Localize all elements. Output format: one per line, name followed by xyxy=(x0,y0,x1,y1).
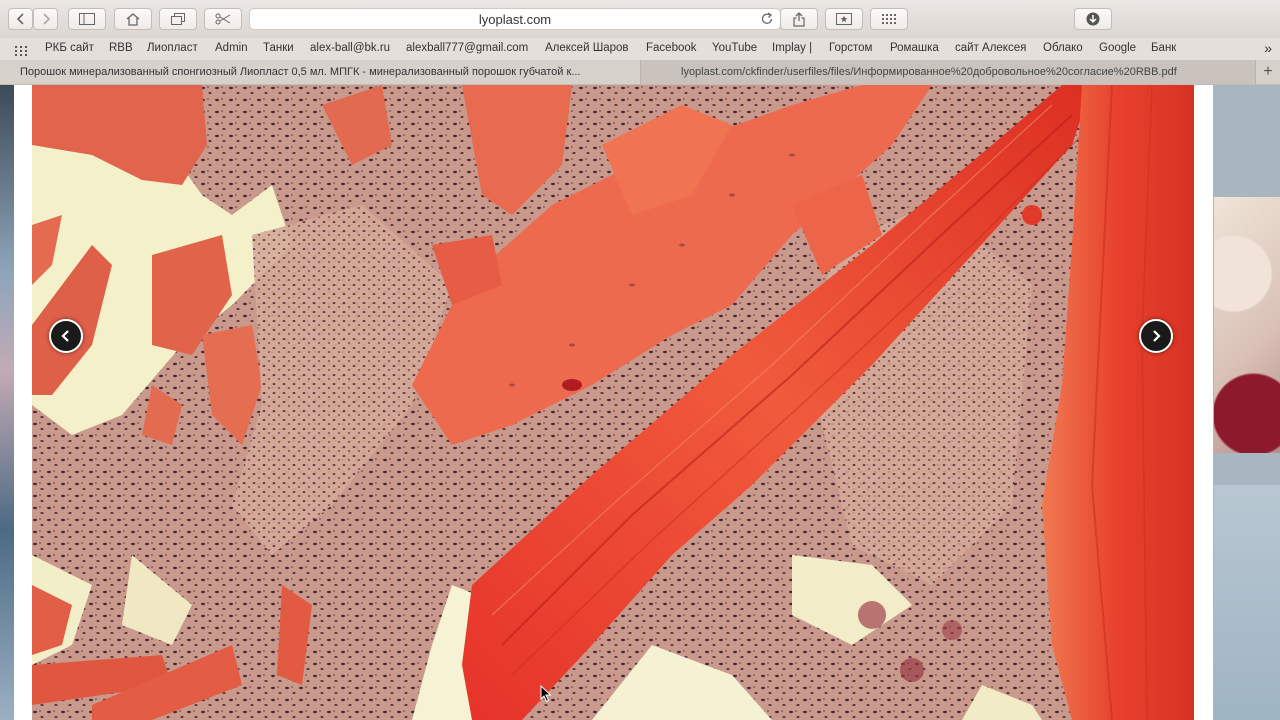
mouse-cursor-icon xyxy=(540,685,552,703)
top-sites-icon xyxy=(882,14,896,24)
top-sites-grid-icon[interactable] xyxy=(15,43,29,61)
bookmark-item[interactable]: Implay | xyxy=(772,42,812,54)
bookmark-button[interactable] xyxy=(825,8,863,30)
downloads-button[interactable] xyxy=(1074,8,1112,30)
bookmark-item[interactable]: alexball777@gmail.com xyxy=(406,42,528,54)
address-bar[interactable]: lyoplast.com xyxy=(249,8,781,30)
chevron-left-icon xyxy=(61,330,69,342)
bookmarks-overflow-icon[interactable]: » xyxy=(1264,40,1272,56)
reload-icon xyxy=(761,12,773,24)
share-icon xyxy=(793,11,805,27)
chevron-right-icon xyxy=(1153,330,1161,342)
bookmark-item[interactable]: Облако xyxy=(1043,42,1083,54)
url-text: lyoplast.com xyxy=(478,11,552,27)
sidebar-button[interactable] xyxy=(68,8,106,30)
share-button[interactable] xyxy=(780,8,818,30)
bookmark-item[interactable]: Алексей Шаров xyxy=(545,42,629,54)
bookmark-item[interactable]: Банк xyxy=(1151,42,1176,54)
tab-overview-icon xyxy=(171,13,185,25)
bookmark-item[interactable]: Ромашка xyxy=(890,42,939,54)
histology-image xyxy=(32,85,1194,720)
web-page xyxy=(0,85,1280,720)
tab-title: lyoplast.com/ckfinder/userfiles/files/Ин… xyxy=(681,66,1177,78)
sidebar-icon xyxy=(79,13,95,25)
page-background-strip xyxy=(1214,485,1280,720)
bookmark-item[interactable]: Google xyxy=(1099,42,1136,54)
reload-button[interactable] xyxy=(760,12,774,29)
lightbox-frame xyxy=(14,85,1213,720)
tab-active[interactable]: Порошок минерализованный спонгиозный Лио… xyxy=(0,60,640,84)
bookmark-item[interactable]: Admin xyxy=(215,42,248,54)
tab-title: Порошок минерализованный спонгиозный Лио… xyxy=(20,66,581,78)
plus-icon: + xyxy=(1263,63,1273,80)
chevron-left-icon xyxy=(16,13,24,25)
bookmark-item[interactable]: RBB xyxy=(109,42,133,54)
next-image-preview xyxy=(1214,197,1280,453)
bookmark-item[interactable]: Танки xyxy=(263,42,294,54)
bookmark-item[interactable]: Горстом xyxy=(829,42,872,54)
bookmark-item[interactable]: РКБ сайт xyxy=(45,42,94,54)
clip-button[interactable] xyxy=(204,8,242,30)
bookmark-item[interactable]: Лиопласт xyxy=(147,42,198,54)
lightbox-next-button[interactable] xyxy=(1139,319,1173,353)
tab-overview-button[interactable] xyxy=(159,8,197,30)
forward-button[interactable] xyxy=(33,8,58,30)
new-tab-button[interactable]: + xyxy=(1255,60,1280,84)
bookmark-item[interactable]: alex-ball@bk.ru xyxy=(310,42,390,54)
scissors-icon xyxy=(215,13,231,25)
bookmark-star-icon xyxy=(836,13,852,25)
bookmarks-bar: РКБ сайт RBB Лиопласт Admin Танки alex-b… xyxy=(0,38,1280,61)
lightbox-prev-button[interactable] xyxy=(49,319,83,353)
chevron-right-icon xyxy=(42,13,50,25)
page-background-left xyxy=(0,85,14,720)
back-button[interactable] xyxy=(8,8,33,30)
bookmark-item[interactable]: YouTube xyxy=(712,42,757,54)
tab-inactive[interactable]: lyoplast.com/ckfinder/userfiles/files/Ин… xyxy=(640,60,1256,84)
bookmark-item[interactable]: сайт Алексея xyxy=(955,42,1026,54)
browser-toolbar: lyoplast.com xyxy=(0,0,1280,39)
top-sites-button[interactable] xyxy=(870,8,908,30)
download-icon xyxy=(1086,12,1100,26)
bookmark-item[interactable]: Facebook xyxy=(646,42,697,54)
tab-bar: Порошок минерализованный спонгиозный Лио… xyxy=(0,60,1280,85)
home-button[interactable] xyxy=(114,8,152,30)
home-icon xyxy=(126,12,140,26)
